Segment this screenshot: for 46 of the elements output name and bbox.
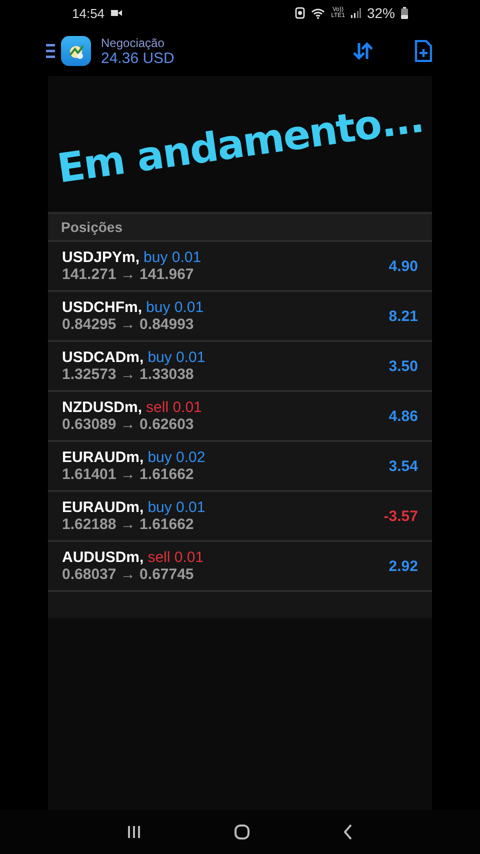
price-range: 0.63089 → 0.62603: [62, 416, 195, 433]
new-order-button[interactable]: [414, 40, 432, 62]
wifi-icon: [311, 8, 326, 18]
recent-apps-button[interactable]: [126, 825, 141, 839]
battery-saver-icon: [295, 7, 306, 19]
price-range: 0.68037 → 0.67745: [62, 566, 195, 583]
price-range: 141.271 → 141.967: [62, 266, 195, 283]
status-time: 14:54: [72, 6, 105, 20]
symbol-label: USDJPYm,: [62, 249, 140, 266]
symbol-label: USDCHFm,: [62, 299, 142, 316]
price-range: 0.84295 → 0.84993: [62, 316, 195, 333]
profit-value: 2.92: [388, 558, 418, 574]
screen-title: Negociação: [101, 36, 166, 50]
order-label: buy 0.01: [146, 299, 204, 316]
menu-button[interactable]: [46, 44, 55, 58]
symbol-label: NZDUSDm,: [62, 399, 142, 416]
section-header: Posições: [61, 219, 122, 235]
price-range: 1.61401 → 1.61662: [62, 466, 195, 483]
order-label: buy 0.02: [148, 449, 206, 466]
home-button[interactable]: [234, 824, 250, 840]
overlay-caption: Em andamento...: [54, 96, 426, 192]
battery-icon: [401, 7, 408, 19]
order-label: buy 0.01: [144, 249, 202, 266]
order-label: sell 0.01: [146, 399, 202, 416]
camera-icon: [110, 9, 122, 17]
order-label: buy 0.01: [148, 349, 206, 366]
app-logo: [61, 36, 91, 66]
symbol-label: USDCADm,: [62, 349, 144, 366]
signal-icon: [350, 8, 361, 18]
profit-value: 3.54: [388, 458, 418, 474]
order-label: sell 0.01: [148, 549, 204, 566]
profit-value: 8.21: [388, 308, 418, 324]
price-range: 1.62188 → 1.61662: [62, 516, 195, 533]
profit-value: -3.57: [384, 508, 418, 524]
profit-value: 3.50: [388, 358, 418, 374]
battery-percent: 32%: [366, 5, 395, 21]
account-balance: 24.36 USD: [101, 50, 174, 66]
symbol-label: AUDUSDm,: [62, 549, 144, 566]
sort-button[interactable]: [352, 41, 374, 61]
symbol-label: EURAUDm,: [62, 499, 144, 516]
profit-value: 4.86: [388, 408, 418, 424]
price-range: 1.32573 → 1.33038: [62, 366, 195, 383]
symbol-label: EURAUDm,: [62, 449, 144, 466]
order-label: buy 0.01: [148, 499, 206, 516]
back-button[interactable]: [343, 824, 354, 840]
profit-value: 4.90: [388, 258, 418, 274]
